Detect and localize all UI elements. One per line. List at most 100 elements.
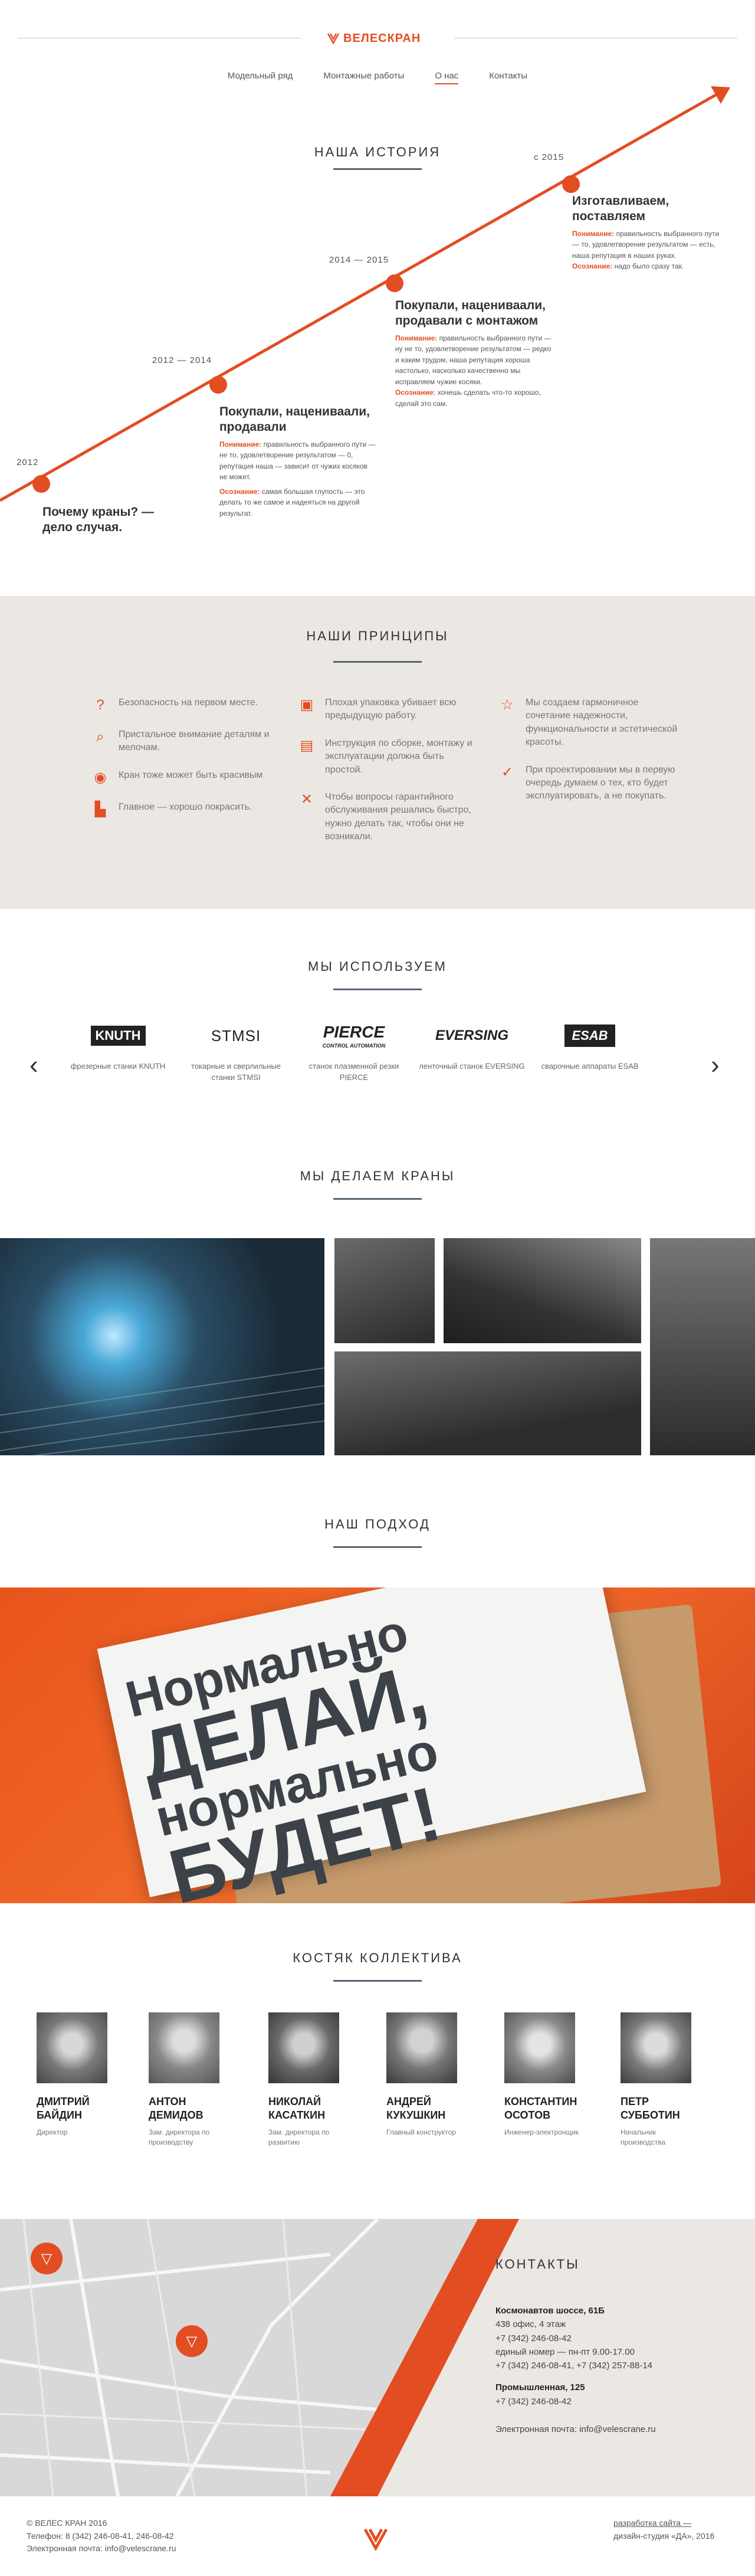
brand-caption: сварочные аппараты ESAB xyxy=(541,1062,639,1071)
footer-credits-link[interactable]: разработка сайта — xyxy=(613,2517,714,2530)
history-item-text: Осознание: хочешь сделать что-то хорошо,… xyxy=(395,388,541,408)
principle-item: ✕ Чтобы вопросы гарантийного обслуживания… xyxy=(298,791,481,844)
map-pin-icon[interactable]: ▽ xyxy=(176,2325,208,2357)
doc-icon: ▤ xyxy=(300,737,314,754)
history-item-text: Понимание: правильность выбранного пути … xyxy=(219,440,376,482)
footer-credits: разработка сайта — дизайн-студия «ДА», 2… xyxy=(613,2517,714,2542)
team-title-underline xyxy=(333,1980,422,1982)
contacts-phone[interactable]: +7 (342) 246-08-41, +7 (342) 257-88-14 xyxy=(495,2359,743,2372)
photo-worker[interactable] xyxy=(444,1238,641,1343)
history-item-text: Осознание: надо было сразу так. xyxy=(572,262,684,271)
history-item-text: Понимание: правильность выбранного пути … xyxy=(572,229,720,260)
photo-assembly[interactable] xyxy=(334,1351,641,1455)
team-member: АНДРЕЙ КУКУШКИН Главный конструктор xyxy=(386,2012,463,2138)
team-member: АНТОН ДЕМИДОВ Зам. директора по производ… xyxy=(149,2012,225,2148)
timeline-year: 2012 xyxy=(17,457,39,467)
history-item-title: Покупали, нацениваали, продавали xyxy=(219,405,370,434)
history-item-title: Изготавливаем, поставляем xyxy=(572,194,669,224)
footer: © ВЕЛЕС КРАН 2016 Телефон: 8 (342) 246-0… xyxy=(0,2502,755,2576)
avatar xyxy=(37,2012,107,2083)
photo-workshop-main[interactable] xyxy=(0,1238,324,1455)
timeline-year: 2012 — 2014 xyxy=(152,355,212,365)
member-name: КОНСТАНТИН ОСОТОВ xyxy=(504,2096,577,2121)
box-icon: ▣ xyxy=(300,697,314,713)
footer-phone[interactable]: Телефон: 8 (342) 246-08-41, 246-08-42 xyxy=(27,2530,176,2543)
timeline-dot-2015 xyxy=(562,175,580,193)
footer-info: © ВЕЛЕС КРАН 2016 Телефон: 8 (342) 246-0… xyxy=(27,2517,176,2555)
tools-icon: ✕ xyxy=(300,791,313,807)
member-role: Директор xyxy=(37,2128,68,2136)
photo-worker-grinder[interactable] xyxy=(650,1238,755,1455)
contacts-phone[interactable]: +7 (342) 246-08-42 xyxy=(495,2395,743,2408)
team-title: КОСТЯК КОЛЛЕКТИВА xyxy=(293,1950,462,1965)
principle-item: ▙ Главное — хорошо покрасить. xyxy=(91,801,274,819)
principle-item: ◉ Кран тоже может быть красивым xyxy=(91,769,274,787)
avatar xyxy=(149,2012,219,2083)
logo[interactable]: ВЕЛЕСКРАН xyxy=(327,30,428,47)
brand-esab: ESAB сварочные аппараты ESAB xyxy=(537,1015,643,1072)
principles-title: НАШИ ПРИНЦИПЫ xyxy=(306,629,449,643)
brand-caption: токарные и сверлильные станки STMSI xyxy=(191,1062,281,1082)
carousel-next-arrow[interactable]: › xyxy=(711,1050,720,1080)
footer-email[interactable]: Электронная почта: info@velescrane.ru xyxy=(27,2542,176,2555)
principle-item: ✓ При проектировании мы в первую очередь … xyxy=(498,764,681,803)
brand-knuth: KNUTH фрезерные станки KNUTH xyxy=(65,1015,171,1072)
timeline-dot-2014-2015 xyxy=(386,274,403,292)
question-icon: ? xyxy=(96,697,104,713)
photos-title-underline xyxy=(333,1198,422,1200)
timeline-year: 2014 — 2015 xyxy=(329,255,389,265)
timeline-year: с 2015 xyxy=(534,152,564,162)
brand-caption: фрезерные станки KNUTH xyxy=(70,1062,166,1071)
brands-title: МЫ ИСПОЛЬЗУЕМ xyxy=(308,959,447,974)
avatar xyxy=(621,2012,691,2083)
brands-title-underline xyxy=(333,988,422,990)
principles-col-1: ? Безопасность на первом месте. ⌕ Присталь… xyxy=(91,696,274,833)
member-name: ДМИТРИЙ БАЙДИН xyxy=(37,2096,90,2121)
check-icon: ✓ xyxy=(501,764,514,780)
contacts-phone[interactable]: +7 (342) 246-08-42 xyxy=(495,2332,743,2345)
contacts-line: единый номер — пн-пт 9.00-17.00 xyxy=(495,2346,635,2357)
history-timeline-arrow xyxy=(0,86,730,502)
approach-title-underline xyxy=(333,1546,422,1548)
principles-section: НАШИ ПРИНЦИПЫ ? Безопасность на первом ме… xyxy=(0,596,755,909)
logo-text: ВЕЛЕСКРАН xyxy=(343,31,421,45)
member-role: Главный конструктор xyxy=(386,2128,456,2136)
footer-copyright: © ВЕЛЕС КРАН 2016 xyxy=(27,2518,107,2528)
history-item-2012: Почему краны? — дело случая. xyxy=(42,505,172,539)
member-name: ПЕТР СУББОТИН xyxy=(621,2096,680,2121)
principle-item: ? Безопасность на первом месте. xyxy=(91,696,274,714)
photo-workshop-lines xyxy=(0,1367,324,1455)
map-pin-icon[interactable]: ▽ xyxy=(31,2243,63,2274)
photos-title: МЫ ДЕЛАЕМ КРАНЫ xyxy=(300,1168,455,1183)
member-role: Начальник производства xyxy=(621,2128,666,2146)
contacts-line: 438 офис, 4 этаж xyxy=(495,2319,566,2330)
principles-col-2: ▣ Плохая упаковка убивает всю предыдущую … xyxy=(298,696,481,858)
brand-caption: станок плазменной резки PIERCE xyxy=(308,1062,399,1082)
carousel-prev-arrow[interactable]: ‹ xyxy=(29,1050,38,1080)
member-role: Зам. директора по развитию xyxy=(268,2128,330,2146)
team-member: ПЕТР СУББОТИН Начальник производства xyxy=(621,2012,697,2148)
history-item-2014-2015: Покупали, нацениваали, продавали с монта… xyxy=(395,298,552,410)
contacts-block: КОНТАКТЫ Космонавтов шоссе, 61Б 438 офис… xyxy=(495,2254,743,2436)
history-item-2015: Изготавливаем, поставляем Понимание: пра… xyxy=(572,194,720,272)
timeline-dot-2012 xyxy=(32,475,50,493)
history-item-title: Почему краны? — дело случая. xyxy=(42,505,155,535)
contacts-email[interactable]: Электронная почта: info@velescrane.ru xyxy=(495,2423,743,2436)
footer-credits-studio: дизайн-студия «ДА», 2016 xyxy=(613,2531,715,2541)
brand-logo: ESAB xyxy=(537,1015,643,1056)
brand-eversing: EVERSING ленточный станок EVERSING xyxy=(419,1015,525,1072)
brand-logo: KNUTH xyxy=(65,1015,171,1056)
footer-logo-icon[interactable] xyxy=(363,2526,389,2554)
contacts-address-2: Промышленная, 125 xyxy=(495,2382,585,2393)
contacts-address-1: Космонавтов шоссе, 61Б xyxy=(495,2306,605,2316)
brand-caption: ленточный станок EVERSING xyxy=(419,1062,525,1071)
avatar xyxy=(386,2012,457,2083)
brand-logo: STMSI xyxy=(211,1026,261,1045)
brush-icon: ▙ xyxy=(94,801,106,817)
member-name: АНДРЕЙ КУКУШКИН xyxy=(386,2096,446,2121)
brand-stmsi: STMSI токарные и сверлильные станки STMS… xyxy=(183,1015,289,1084)
avatar xyxy=(504,2012,575,2083)
member-name: АНТОН ДЕМИДОВ xyxy=(149,2096,203,2121)
photo-machine[interactable] xyxy=(334,1238,435,1343)
brand-pierce: PIERCE CONTROL AUTOMATION станок плазменн… xyxy=(301,1015,407,1084)
